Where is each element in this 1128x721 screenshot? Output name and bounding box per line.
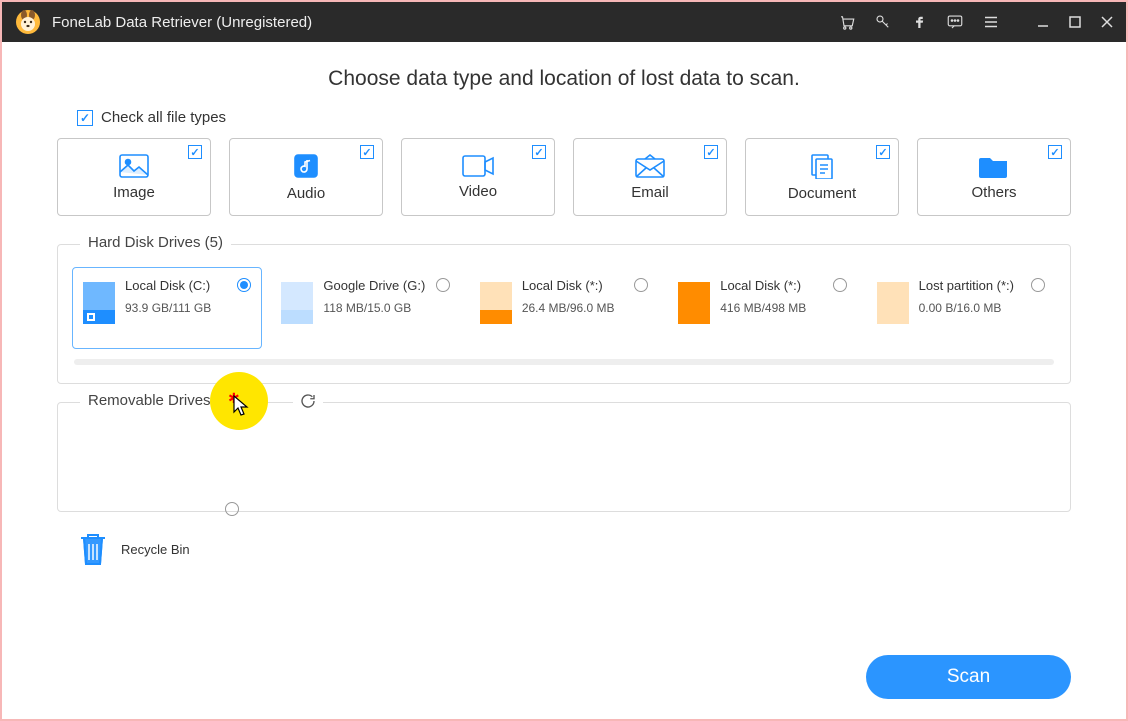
app-logo-icon: [14, 8, 42, 36]
drive-icon: [678, 282, 710, 324]
trash-icon: [77, 530, 109, 568]
drive-size: 93.9 GB/111 GB: [125, 301, 211, 315]
drive-name: Local Disk (*:): [720, 278, 806, 293]
titlebar: FoneLab Data Retriever (Unregistered): [2, 2, 1126, 42]
drive-text: Lost partition (*:) 0.00 B/16.0 MB: [919, 278, 1014, 338]
type-label: Document: [788, 185, 856, 202]
drive-radio[interactable]: [436, 278, 450, 292]
hdd-group: Hard Disk Drives (5) Local Disk (C:) 93.…: [57, 244, 1071, 384]
document-icon: [809, 153, 835, 179]
scan-button[interactable]: Scan: [866, 655, 1071, 699]
type-checkbox[interactable]: ✓: [188, 145, 202, 159]
drive-radio[interactable]: [237, 278, 251, 292]
email-icon: [635, 154, 665, 178]
type-label: Email: [631, 184, 669, 201]
drive-name: Lost partition (*:): [919, 278, 1014, 293]
drive-size: 118 MB/15.0 GB: [323, 301, 425, 315]
key-icon[interactable]: [874, 13, 892, 31]
recycle-bin-option[interactable]: Recycle Bin: [77, 530, 1071, 568]
cursor-highlight: ✱: [210, 372, 268, 430]
drive-icon: [480, 282, 512, 324]
facebook-icon[interactable]: [910, 13, 928, 31]
file-type-grid: ✓ Image ✓ Audio ✓ Video ✓ Email ✓: [57, 138, 1071, 216]
type-card-audio[interactable]: ✓ Audio: [229, 138, 383, 216]
drives-scrollbar[interactable]: [74, 359, 1054, 365]
main-content: Choose data type and location of lost da…: [2, 42, 1126, 568]
folder-icon: [979, 154, 1009, 178]
drive-card[interactable]: Local Disk (*:) 416 MB/498 MB: [667, 267, 857, 349]
refresh-icon[interactable]: [293, 392, 323, 410]
drive-text: Local Disk (C:) 93.9 GB/111 GB: [125, 278, 211, 338]
audio-icon: [293, 153, 319, 179]
hdd-group-label: Hard Disk Drives (5): [80, 234, 231, 251]
drive-size: 416 MB/498 MB: [720, 301, 806, 315]
type-checkbox[interactable]: ✓: [704, 145, 718, 159]
drive-radio[interactable]: [1031, 278, 1045, 292]
type-card-image[interactable]: ✓ Image: [57, 138, 211, 216]
app-title: FoneLab Data Retriever (Unregistered): [52, 14, 838, 31]
check-all-row[interactable]: ✓ Check all file types: [77, 109, 1071, 126]
removable-group: Removable Drives (0): [57, 402, 1071, 512]
image-icon: [119, 154, 149, 178]
drive-size: 26.4 MB/96.0 MB: [522, 301, 615, 315]
drive-name: Local Disk (*:): [522, 278, 615, 293]
drives-row: Local Disk (C:) 93.9 GB/111 GB Google Dr…: [72, 267, 1056, 349]
menu-icon[interactable]: [982, 13, 1000, 31]
drive-card[interactable]: Lost partition (*:) 0.00 B/16.0 MB: [866, 267, 1056, 349]
drive-size: 0.00 B/16.0 MB: [919, 301, 1014, 315]
type-label: Audio: [287, 185, 325, 202]
recycle-label: Recycle Bin: [121, 542, 190, 557]
drive-name: Google Drive (G:): [323, 278, 425, 293]
type-checkbox[interactable]: ✓: [1048, 145, 1062, 159]
cart-icon[interactable]: [838, 13, 856, 31]
type-label: Others: [971, 184, 1016, 201]
type-card-email[interactable]: ✓ Email: [573, 138, 727, 216]
toolbar-icons: [838, 13, 1114, 31]
minimize-button[interactable]: [1036, 15, 1050, 29]
type-card-document[interactable]: ✓ Document: [745, 138, 899, 216]
check-all-checkbox[interactable]: ✓: [77, 110, 93, 126]
drive-radio[interactable]: [634, 278, 648, 292]
recycle-radio[interactable]: [225, 502, 239, 516]
drive-text: Local Disk (*:) 416 MB/498 MB: [720, 278, 806, 338]
drive-text: Local Disk (*:) 26.4 MB/96.0 MB: [522, 278, 615, 338]
drive-card[interactable]: Local Disk (*:) 26.4 MB/96.0 MB: [469, 267, 659, 349]
drive-name: Local Disk (C:): [125, 278, 211, 293]
check-all-label: Check all file types: [101, 109, 226, 126]
drive-card[interactable]: Google Drive (G:) 118 MB/15.0 GB: [270, 267, 460, 349]
type-checkbox[interactable]: ✓: [876, 145, 890, 159]
type-label: Video: [459, 183, 497, 200]
drive-icon: [83, 282, 115, 324]
type-label: Image: [113, 184, 155, 201]
app-window: FoneLab Data Retriever (Unregistered) Ch…: [0, 0, 1128, 721]
type-checkbox[interactable]: ✓: [532, 145, 546, 159]
drive-icon: [877, 282, 909, 324]
drive-card[interactable]: Local Disk (C:) 93.9 GB/111 GB: [72, 267, 262, 349]
feedback-icon[interactable]: [946, 13, 964, 31]
video-icon: [462, 155, 494, 177]
drive-radio[interactable]: [833, 278, 847, 292]
type-card-others[interactable]: ✓ Others: [917, 138, 1071, 216]
page-heading: Choose data type and location of lost da…: [57, 67, 1071, 91]
drive-text: Google Drive (G:) 118 MB/15.0 GB: [323, 278, 425, 338]
type-card-video[interactable]: ✓ Video: [401, 138, 555, 216]
drive-icon: [281, 282, 313, 324]
maximize-button[interactable]: [1068, 15, 1082, 29]
cursor-icon: [232, 394, 250, 416]
close-button[interactable]: [1100, 15, 1114, 29]
type-checkbox[interactable]: ✓: [360, 145, 374, 159]
